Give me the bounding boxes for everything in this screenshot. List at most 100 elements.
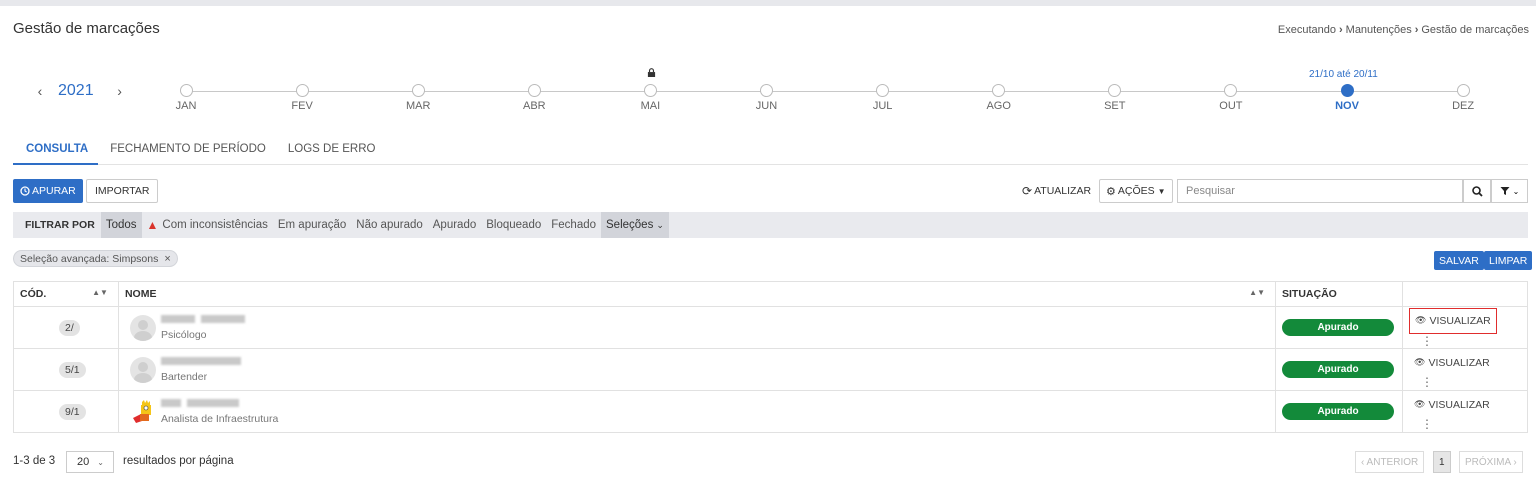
next-page-button[interactable]: PRÓXIMA › [1459, 451, 1523, 473]
year-nav: ‹ 2021 › [30, 82, 130, 100]
role-label: Analista de Infraestrutura [160, 413, 279, 425]
redacted-name [160, 398, 278, 410]
acoes-button[interactable]: ⚙ AÇÕES ▼ [1099, 179, 1173, 203]
atualizar-button[interactable]: ⟳ ATUALIZAR [1022, 179, 1091, 203]
chevron-down-icon: ▼ [1157, 186, 1166, 196]
filter-selecoes-dropdown[interactable]: Seleções ⌄ [601, 212, 669, 238]
month-jul[interactable]: JUL [853, 84, 913, 112]
refresh-icon: ⟳ [1022, 184, 1033, 198]
breadcrumb-item[interactable]: Executando [1278, 24, 1336, 36]
next-year-icon[interactable]: › [110, 83, 130, 99]
column-header-name[interactable]: NOME ▲▼ [117, 281, 1277, 307]
month-out[interactable]: OUT [1201, 84, 1261, 112]
avatar [129, 356, 156, 383]
month-mar[interactable]: MAR [388, 84, 448, 112]
chevron-down-icon: ⌄ [1512, 186, 1520, 196]
avatar [129, 314, 156, 341]
gears-icon: ⚙ [1106, 185, 1116, 198]
tab-logs-erro[interactable]: LOGS DE ERRO [276, 137, 386, 165]
status-cell: Apurado [1275, 348, 1403, 391]
filter-com-inconsistencias[interactable]: ▲ Com inconsistências [142, 212, 273, 238]
filter-apurado[interactable]: Apurado [428, 212, 481, 238]
search-button[interactable] [1463, 179, 1491, 203]
eye-icon: 👁 [1414, 357, 1426, 367]
visualizar-button[interactable]: 👁 VISUALIZAR [1409, 307, 1497, 334]
per-page-select[interactable]: 20 ⌄ [66, 451, 114, 473]
page-title: Gestão de marcações [13, 20, 160, 37]
filter-toggle-button[interactable]: ⌄ [1491, 179, 1528, 203]
person: Psicólogo [125, 314, 1269, 341]
breadcrumb-item[interactable]: Manutenções [1346, 24, 1412, 36]
filter-em-apuracao[interactable]: Em apuração [273, 212, 351, 238]
more-vert-icon[interactable]: ⋮ [1421, 334, 1433, 348]
actions-cell: 👁 VISUALIZAR ⋮ [1402, 390, 1528, 433]
visualizar-label: VISUALIZAR [1429, 314, 1491, 327]
filter-todos[interactable]: Todos [100, 212, 142, 238]
name-cell: Bartender [117, 348, 1277, 391]
tab-fechamento-periodo[interactable]: FECHAMENTO DE PERÍODO [98, 137, 276, 165]
month-abr[interactable]: ABR [504, 84, 564, 112]
prev-page-button[interactable]: ‹ ANTERIOR [1355, 451, 1425, 473]
month-label: JUN [755, 100, 778, 112]
more-vert-icon[interactable]: ⋮ [1421, 375, 1433, 389]
month-label: JAN [175, 100, 197, 112]
chip-label: Seleção avançada: Simpsons [20, 252, 159, 265]
filter-fechado[interactable]: Fechado [546, 212, 601, 238]
advanced-selection-chip: Seleção avançada: Simpsons × [13, 250, 178, 267]
month-dot [876, 84, 890, 97]
close-icon[interactable]: × [164, 253, 170, 265]
active-range-label: 21/10 até 20/11 [1309, 69, 1378, 80]
month-dot [411, 84, 425, 97]
more-vert-icon[interactable]: ⋮ [1421, 417, 1433, 431]
page-1-button[interactable]: 1 [1433, 451, 1451, 473]
filter-bar: FILTRAR POR Todos ▲ Com inconsistências … [13, 212, 1528, 238]
pagination-info: 1-3 de 3 [13, 455, 56, 467]
visualizar-label: VISUALIZAR [1428, 398, 1490, 411]
filter-nao-apurado[interactable]: Não apurado [351, 212, 428, 238]
month-label: JUL [872, 100, 893, 112]
limpar-button[interactable]: LIMPAR [1484, 251, 1533, 270]
month-dez[interactable]: DEZ [1433, 84, 1493, 112]
month-fev[interactable]: FEV [272, 84, 332, 112]
table-row: 9/1 Analista de Infraestrutura Apurado 👁… [13, 390, 1528, 433]
timeline-line [186, 91, 1463, 92]
status-cell: Apurado [1275, 390, 1403, 433]
month-label: OUT [1219, 100, 1243, 112]
salvar-button[interactable]: SALVAR [1434, 251, 1484, 270]
column-header-name-label: NOME [124, 288, 157, 300]
name-cell: Analista de Infraestrutura [117, 390, 1277, 433]
apurar-label: APURAR [32, 185, 76, 197]
month-jan[interactable]: JAN [156, 84, 216, 112]
warning-icon: ▲ [146, 218, 159, 232]
month-label: NOV [1335, 100, 1359, 112]
column-header-actions [1402, 281, 1528, 307]
search-icon [1471, 185, 1483, 197]
month-dot [760, 84, 773, 97]
prev-year-icon[interactable]: ‹ [30, 83, 50, 99]
month-nov[interactable]: NOV [1317, 84, 1377, 112]
month-label: ABR [522, 100, 546, 112]
month-mai[interactable]: MAI [620, 84, 680, 112]
atualizar-label: ATUALIZAR [1034, 185, 1092, 197]
column-header-code[interactable]: CÓD. ▲▼ [13, 281, 119, 307]
importar-button[interactable]: IMPORTAR [86, 179, 159, 203]
filter-bloqueado[interactable]: Bloqueado [481, 212, 546, 238]
month-jun[interactable]: JUN [737, 84, 797, 112]
filter-selecoes-label: Seleções [606, 219, 654, 231]
filter-com-inconsistencias-label: Com inconsistências [162, 219, 268, 231]
visualizar-button[interactable]: 👁 VISUALIZAR [1409, 351, 1495, 375]
tab-consulta[interactable]: CONSULTA [13, 137, 99, 165]
month-set[interactable]: SET [1085, 84, 1145, 112]
chevron-down-icon: ⌄ [656, 219, 664, 230]
actions-cell: 👁 VISUALIZAR ⋮ [1402, 348, 1528, 391]
year-label: 2021 [58, 82, 94, 99]
lock-icon [647, 68, 656, 77]
eye-icon: 👁 [1414, 399, 1426, 409]
apurar-button[interactable]: APURAR [13, 179, 83, 203]
month-ago[interactable]: AGO [969, 84, 1029, 112]
month-label: FEV [291, 100, 313, 112]
code-badge: 2/ [59, 319, 80, 336]
month-dot [1108, 84, 1122, 97]
visualizar-button[interactable]: 👁 VISUALIZAR [1409, 393, 1495, 417]
search-input[interactable] [1177, 179, 1463, 203]
